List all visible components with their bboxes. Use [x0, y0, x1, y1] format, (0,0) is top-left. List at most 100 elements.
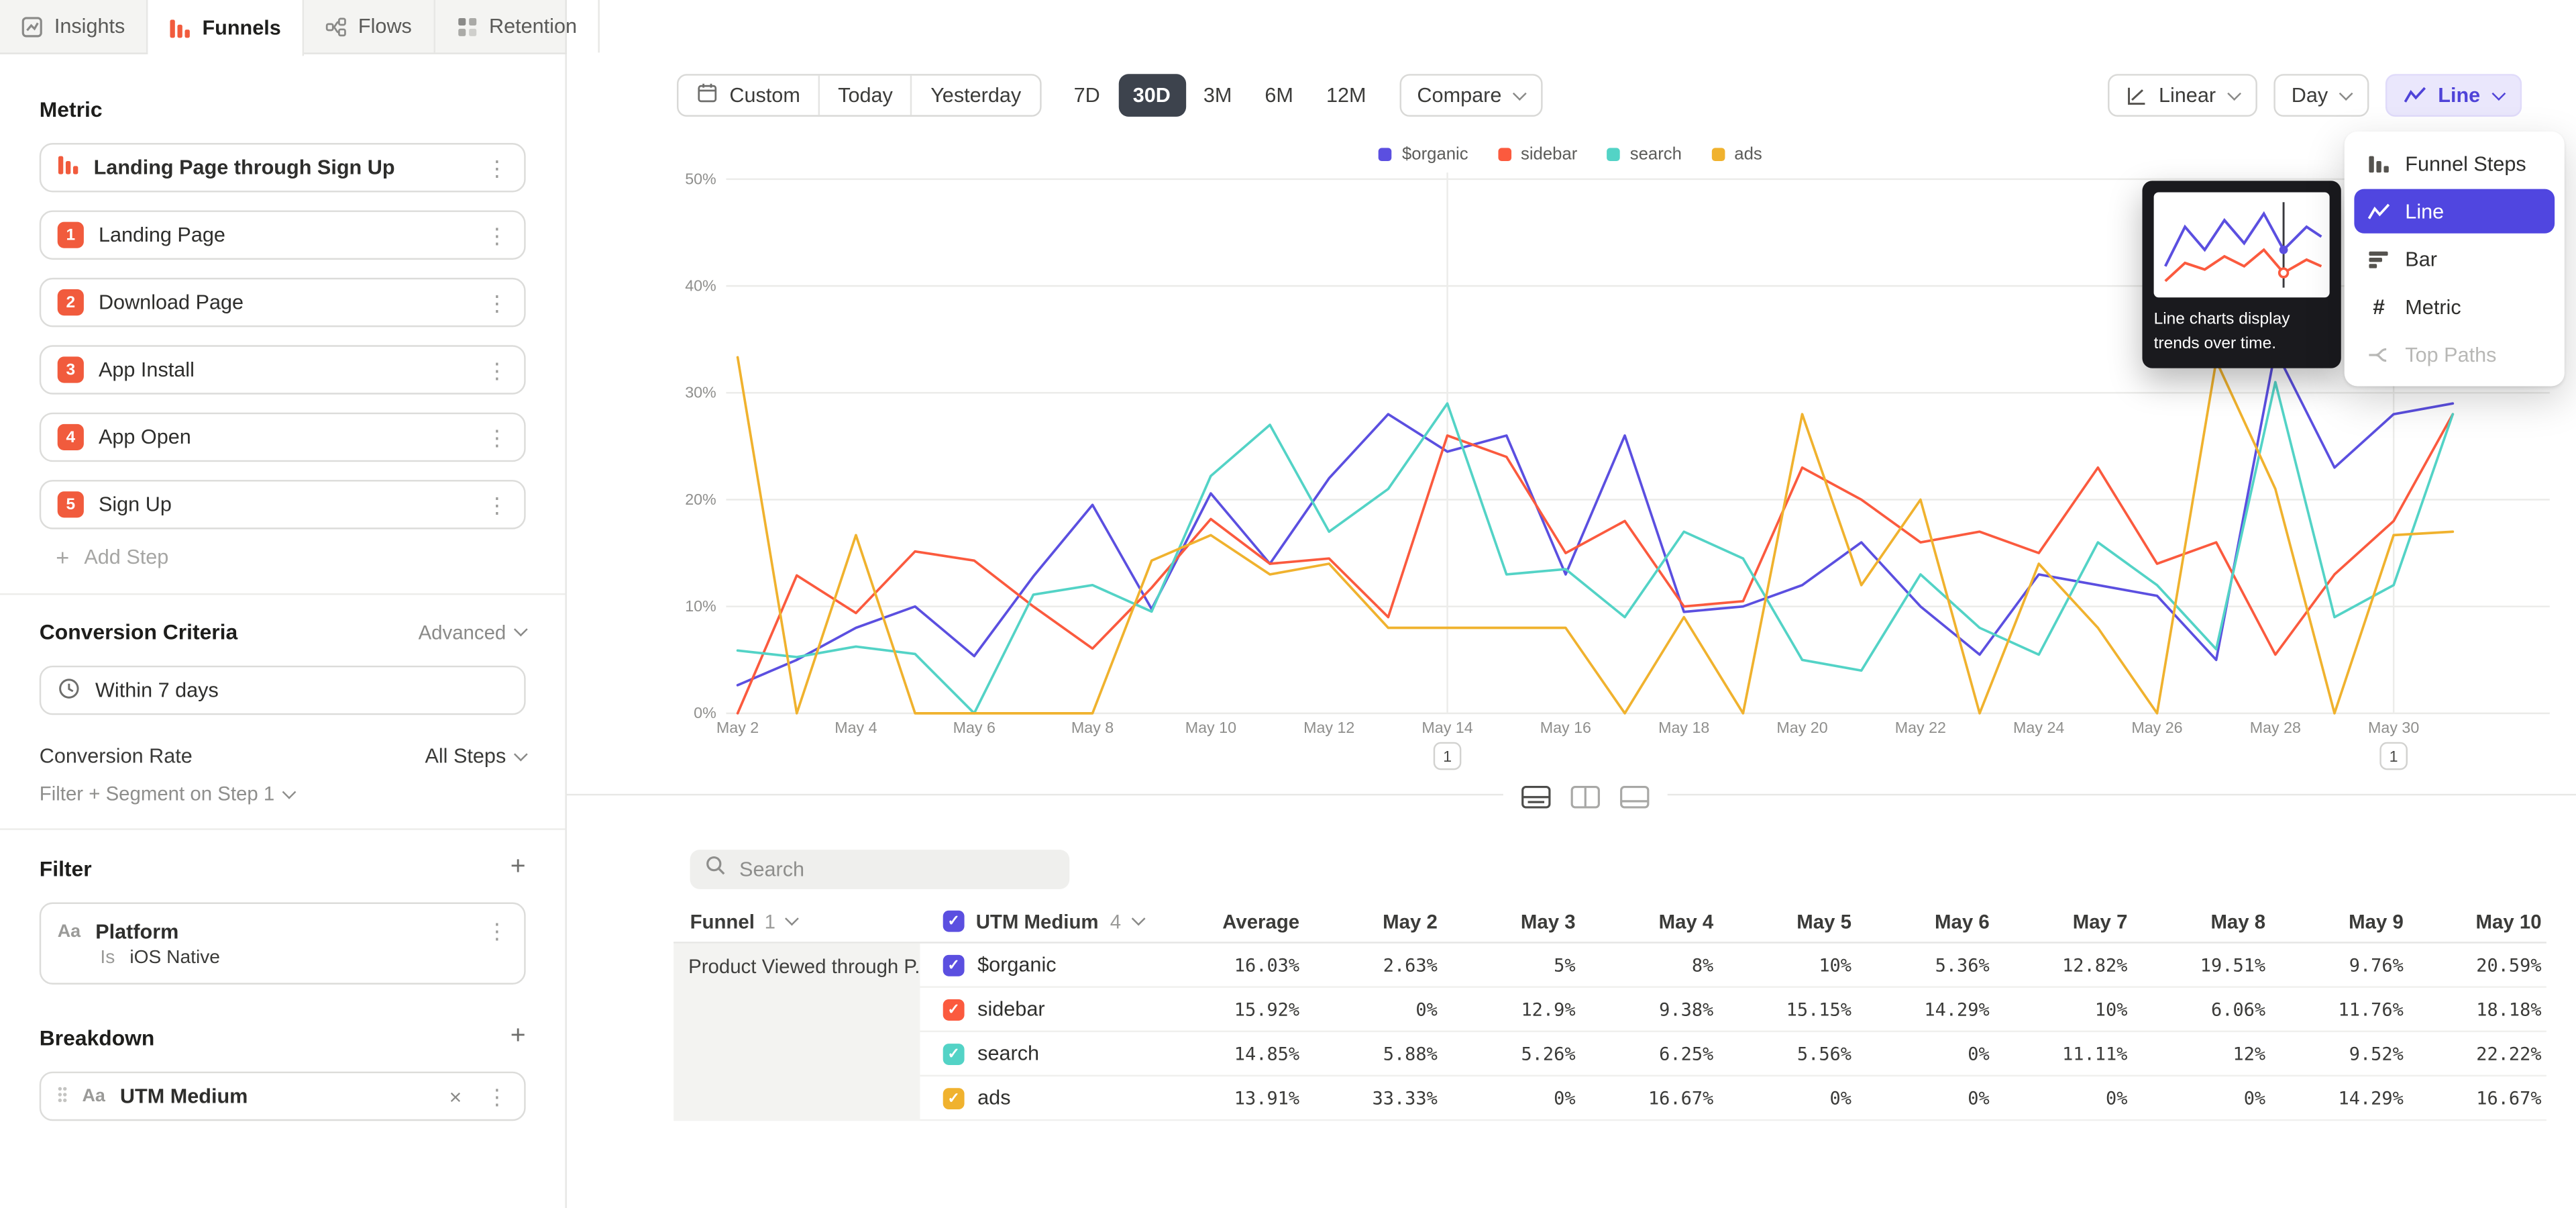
kebab-menu-icon[interactable]: ⋮	[486, 224, 508, 246]
kebab-menu-icon[interactable]: ⋮	[486, 292, 508, 313]
table-column-header[interactable]: May 7	[1990, 910, 2128, 933]
funnel-metric-card[interactable]: Landing Page through Sign Up ⋮	[40, 143, 526, 192]
tab-flows[interactable]: Flows	[304, 0, 435, 52]
kebab-menu-icon[interactable]: ⋮	[486, 359, 508, 381]
layout-columns-toggle[interactable]	[1566, 781, 1605, 813]
series-line-search[interactable]	[738, 382, 2453, 713]
menu-item-line[interactable]: Line	[2354, 189, 2555, 234]
tab-funnels[interactable]: Funnels	[148, 0, 304, 56]
series-line-ads[interactable]	[738, 357, 2453, 713]
legend-item-ads[interactable]: ads	[1711, 145, 1762, 164]
table-column-header[interactable]: May 9	[2265, 910, 2404, 933]
legend-swatch	[1498, 148, 1511, 161]
row-label-cell[interactable]: ✓$organic	[920, 953, 1161, 976]
table-column-header[interactable]: May 2	[1299, 910, 1438, 933]
row-checkbox[interactable]: ✓	[943, 1043, 965, 1064]
filter-segment-dropdown[interactable]: Filter + Segment on Step 1	[40, 783, 526, 805]
table-column-header[interactable]: May 4	[1576, 910, 1714, 933]
chevron-down-icon	[2339, 88, 2351, 99]
range-30d-button[interactable]: 30D	[1118, 74, 1185, 117]
range-7d-button[interactable]: 7D	[1059, 74, 1115, 117]
line-chart-preview	[2154, 193, 2330, 298]
svg-text:May 12: May 12	[1303, 719, 1354, 736]
row-value-cell: 12%	[2127, 1043, 2265, 1064]
kebab-menu-icon[interactable]: ⋮	[486, 427, 508, 448]
row-value-cell: 19.51%	[2127, 954, 2265, 976]
add-step-button[interactable]: + Add Step	[40, 530, 526, 570]
step-card-3[interactable]: 3 App Install ⋮	[40, 345, 526, 394]
menu-item-bar[interactable]: Bar	[2354, 237, 2555, 281]
today-label: Today	[838, 84, 893, 107]
step-card-4[interactable]: 4 App Open ⋮	[40, 413, 526, 462]
step-number-badge: 3	[58, 356, 84, 383]
tab-insights[interactable]: Insights	[0, 0, 148, 52]
today-button[interactable]: Today	[820, 76, 912, 115]
row-label-cell[interactable]: ✓ads	[920, 1087, 1161, 1109]
filter-operator[interactable]: Is	[100, 948, 115, 967]
funnel-group-cell[interactable]: Product Viewed through P...	[674, 944, 920, 1121]
chart-type-label: Line	[2438, 84, 2480, 107]
layout-full-toggle[interactable]	[1615, 781, 1654, 813]
legend-item-organic[interactable]: $organic	[1379, 145, 1468, 164]
table-row: ✓ads13.91%33.33%0%16.67%0%0%0%0%14.29%16…	[920, 1076, 2546, 1121]
all-steps-dropdown[interactable]: All Steps	[425, 744, 525, 767]
funnel-steps-icon	[2367, 152, 2390, 175]
add-breakdown-button[interactable]: +	[511, 1024, 526, 1050]
series-line-organic[interactable]	[738, 350, 2453, 685]
svg-text:May 16: May 16	[1540, 719, 1591, 736]
conversion-window-card[interactable]: Within 7 days	[40, 666, 526, 715]
range-12m-button[interactable]: 12M	[1311, 74, 1381, 117]
kebab-menu-icon[interactable]: ⋮	[486, 1086, 508, 1107]
funnel-column-header[interactable]: Funnel 1	[674, 910, 920, 933]
svg-text:May 24: May 24	[2013, 719, 2064, 736]
row-label-cell[interactable]: ✓search	[920, 1042, 1161, 1065]
advanced-dropdown[interactable]: Advanced	[419, 620, 526, 643]
table-column-header[interactable]: May 6	[1851, 910, 1990, 933]
step-card-5[interactable]: 5 Sign Up ⋮	[40, 480, 526, 529]
breakdown-card[interactable]: Aa UTM Medium × ⋮	[40, 1072, 526, 1121]
yesterday-button[interactable]: Yesterday	[912, 76, 1039, 115]
chevron-down-icon	[1132, 914, 1144, 925]
compare-button[interactable]: Compare	[1399, 74, 1542, 117]
remove-breakdown-icon[interactable]: ×	[449, 1084, 462, 1109]
table-column-header[interactable]: May 10	[2404, 910, 2542, 933]
svg-text:May 20: May 20	[1776, 719, 1827, 736]
chart-type-dropdown[interactable]: Line	[2385, 74, 2522, 117]
add-step-label: Add Step	[84, 546, 168, 568]
tab-retention[interactable]: Retention	[435, 0, 600, 52]
layout-split-toggle[interactable]	[1516, 781, 1556, 813]
row-label-cell[interactable]: ✓sidebar	[920, 998, 1161, 1021]
range-6m-button[interactable]: 6M	[1250, 74, 1308, 117]
scale-dropdown[interactable]: Linear	[2108, 74, 2257, 117]
add-filter-button[interactable]: +	[511, 854, 526, 880]
step-card-1[interactable]: 1 Landing Page ⋮	[40, 210, 526, 259]
select-all-checkbox[interactable]: ✓	[943, 911, 965, 932]
menu-item-label: Line	[2405, 200, 2444, 223]
filter-card[interactable]: Aa Platform ⋮ Is iOS Native	[40, 902, 526, 984]
kebab-menu-icon[interactable]: ⋮	[486, 157, 508, 179]
legend-item-sidebar[interactable]: sidebar	[1498, 145, 1578, 164]
row-value-cell: 0%	[1990, 1087, 2128, 1109]
filter-value[interactable]: iOS Native	[129, 948, 220, 967]
row-value-cell: 0%	[1851, 1087, 1990, 1109]
drag-handle-icon[interactable]	[58, 1087, 68, 1106]
table-column-header[interactable]: May 8	[2127, 910, 2265, 933]
table-column-header[interactable]: May 3	[1438, 910, 1576, 933]
breakdown-column-header[interactable]: ✓ UTM Medium 4	[920, 910, 1161, 933]
table-column-header[interactable]: Average	[1161, 910, 1299, 933]
kebab-menu-icon[interactable]: ⋮	[486, 494, 508, 515]
menu-item-funnel-steps[interactable]: Funnel Steps	[2354, 142, 2555, 186]
search-box[interactable]	[690, 850, 1070, 889]
row-checkbox[interactable]: ✓	[943, 999, 965, 1020]
table-column-header[interactable]: May 5	[1713, 910, 1851, 933]
granularity-dropdown[interactable]: Day	[2273, 74, 2369, 117]
kebab-menu-icon[interactable]: ⋮	[486, 920, 508, 942]
legend-item-search[interactable]: search	[1607, 145, 1681, 164]
range-3m-button[interactable]: 3M	[1189, 74, 1247, 117]
custom-date-button[interactable]: Custom	[678, 76, 820, 115]
menu-item-metric[interactable]: # Metric	[2354, 285, 2555, 329]
search-input[interactable]	[739, 858, 1055, 880]
row-checkbox[interactable]: ✓	[943, 1087, 965, 1109]
row-checkbox[interactable]: ✓	[943, 954, 965, 976]
step-card-2[interactable]: 2 Download Page ⋮	[40, 278, 526, 327]
